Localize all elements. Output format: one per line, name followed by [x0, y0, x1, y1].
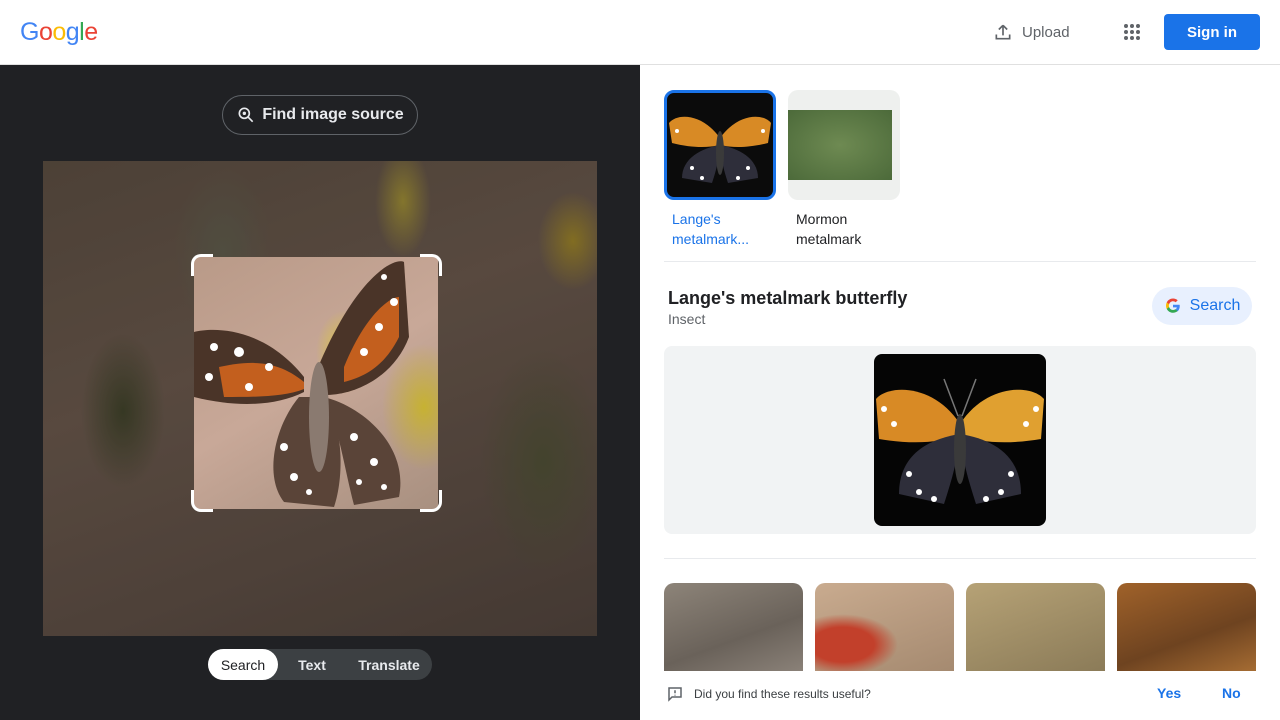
crop-handle-bottom-left[interactable] [191, 490, 213, 512]
results-panel: Lange's metalmark... Mormon metalmark La… [640, 65, 1280, 720]
logo-letter: e [84, 18, 98, 46]
visual-match-result[interactable] [815, 583, 954, 671]
selected-crop-region[interactable] [194, 257, 438, 509]
logo-letter: g [65, 18, 80, 46]
entity-subtitle: Insect [668, 311, 706, 327]
mode-search-tab[interactable]: Search [208, 649, 278, 680]
butterfly-featured-image [876, 378, 1044, 504]
feedback-question: Did you find these results useful? [694, 687, 871, 701]
chip-thumbnail [788, 90, 900, 200]
visual-match-result[interactable] [664, 583, 803, 671]
entity-search-button[interactable]: Search [1152, 287, 1252, 325]
logo-letter: o [38, 18, 53, 46]
sign-in-button[interactable]: Sign in [1164, 14, 1260, 50]
entity-chip-mormon-metalmark[interactable]: Mormon metalmark [788, 90, 900, 249]
upload-label: Upload [1022, 23, 1070, 41]
chip-label: Mormon metalmark [796, 211, 862, 247]
mode-translate-tab[interactable]: Translate [346, 649, 432, 680]
logo-letter: G [20, 18, 39, 46]
featured-image [874, 354, 1046, 526]
divider [664, 558, 1256, 559]
upload-icon [995, 24, 1011, 40]
image-preview-panel: Find image source Search Text Translate [0, 65, 640, 720]
google-logo[interactable]: Google [20, 18, 98, 46]
feedback-no-button[interactable]: No [1222, 685, 1241, 701]
apps-grid-icon[interactable] [1120, 20, 1144, 44]
butterfly-crop-image [194, 261, 409, 507]
chip-thumbnail [664, 90, 776, 200]
upload-button[interactable]: Upload [993, 20, 1070, 44]
visual-match-result[interactable] [966, 583, 1105, 671]
crop-handle-top-right[interactable] [420, 254, 442, 276]
butterfly-thumbnail-image [669, 116, 771, 183]
chip-label: Lange's metalmark... [672, 211, 750, 247]
mormon-metalmark-thumbnail-image [788, 110, 892, 180]
feedback-yes-button[interactable]: Yes [1157, 685, 1181, 701]
google-g-icon [1165, 298, 1180, 313]
entity-search-label: Search [1189, 297, 1241, 314]
featured-image-card[interactable] [664, 346, 1256, 534]
mode-text-tab[interactable]: Text [278, 649, 346, 680]
top-bar: Google Upload Sign in [0, 0, 1280, 65]
crop-handle-top-left[interactable] [191, 254, 213, 276]
visual-match-result[interactable] [1117, 583, 1256, 671]
entity-chip-langes-metalmark[interactable]: Lange's metalmark... [664, 90, 776, 249]
mode-switcher: Search Text Translate [208, 649, 432, 680]
find-image-source-label: Find image source [262, 106, 404, 123]
feedback-icon [668, 687, 682, 702]
crop-handle-bottom-right[interactable] [420, 490, 442, 512]
logo-letter: o [52, 18, 66, 46]
find-image-source-button[interactable]: Find image source [222, 95, 418, 135]
entity-title: Lange's metalmark butterfly [668, 288, 908, 308]
lens-search-icon [238, 107, 254, 123]
divider [664, 261, 1256, 262]
feedback-bar: Did you find these results useful? Yes N… [640, 671, 1280, 720]
